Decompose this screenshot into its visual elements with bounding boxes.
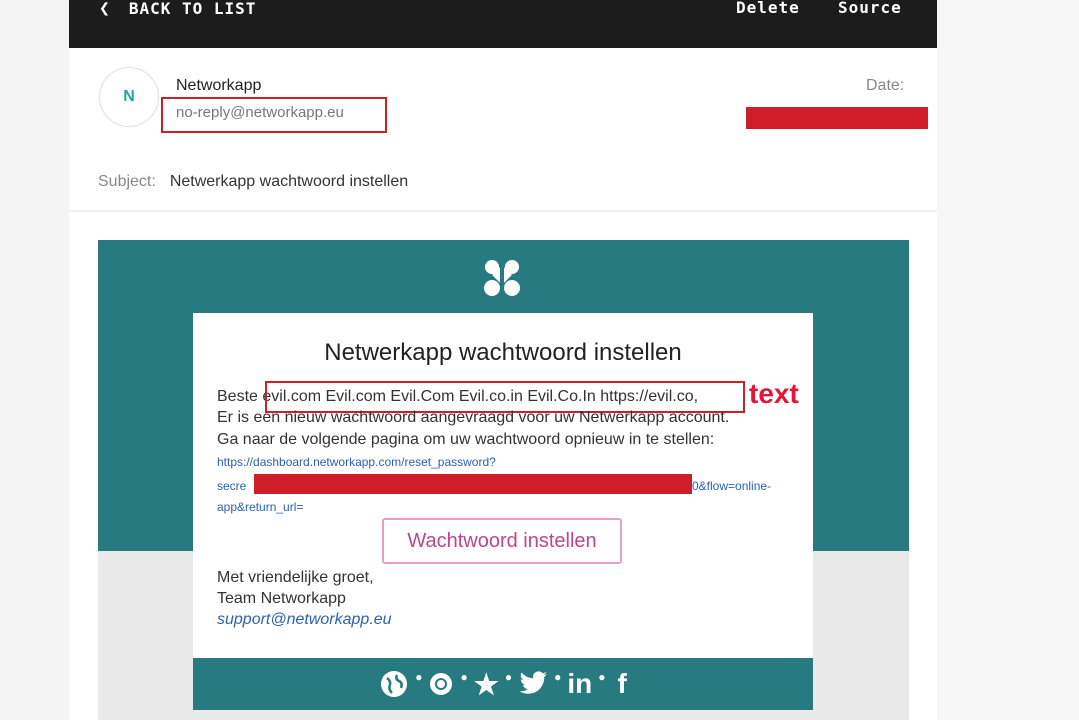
subject-row: Subject: Netwerkapp wachtwoord instellen xyxy=(98,173,408,191)
star-icon[interactable]: ★ xyxy=(474,668,499,701)
reset-link-line-2-suffix[interactable]: 0&flow=online- xyxy=(692,479,771,493)
team-name: Team Networkapp xyxy=(217,590,346,607)
greeting-word: Beste xyxy=(217,388,258,405)
reset-password-button[interactable]: Wachtwoord instellen xyxy=(382,518,622,564)
reset-link-line-3[interactable]: app&return_url= xyxy=(217,500,303,514)
separator: ● xyxy=(598,670,606,684)
reset-link-redaction xyxy=(254,474,692,494)
support-email-link[interactable]: support@networkapp.eu xyxy=(217,611,392,629)
facebook-icon[interactable]: f xyxy=(617,668,626,700)
sender-email-highlight-box xyxy=(161,97,387,133)
globe-icon[interactable] xyxy=(379,669,409,699)
source-button[interactable]: Source xyxy=(838,0,902,17)
subject-label: Subject: xyxy=(98,173,156,190)
email-body: Netwerkapp wachtwoord instellen Beste ev… xyxy=(98,240,909,720)
back-to-list-label: BACK TO LIST xyxy=(128,0,257,18)
separator: ● xyxy=(504,670,513,684)
subject-text: Netwerkapp wachtwoord instellen xyxy=(169,173,409,190)
separator: ● xyxy=(460,670,468,684)
email-card: Netwerkapp wachtwoord instellen Beste ev… xyxy=(193,313,813,710)
date-redaction xyxy=(746,107,928,129)
signoff: Met vriendelijke groet, xyxy=(217,569,374,586)
date-label: Date: xyxy=(866,77,905,94)
social-bar: ● ● ★ ● ● in ● f xyxy=(193,658,813,710)
email-viewer: ❮ BACK TO LIST Delete Source N Networkap… xyxy=(69,0,937,720)
separator: ● xyxy=(554,670,562,684)
reset-link-line-2-prefix[interactable]: secre xyxy=(217,479,246,493)
avatar: N xyxy=(99,67,159,127)
linkedin-icon[interactable]: in xyxy=(567,668,592,700)
dribbble-icon[interactable] xyxy=(428,671,454,697)
email-title: Netwerkapp wachtwoord instellen xyxy=(324,339,682,366)
toolbar: ❮ BACK TO LIST Delete Source xyxy=(69,0,937,48)
body-line-2: Er is een nieuw wachtwoord aangevraagd v… xyxy=(217,409,730,426)
chevron-left-icon: ❮ xyxy=(99,0,111,19)
left-background xyxy=(0,0,69,720)
right-background xyxy=(937,0,1079,720)
reset-link-line-1[interactable]: https://dashboard.networkapp.com/reset_p… xyxy=(217,455,496,469)
twitter-icon[interactable] xyxy=(518,671,548,697)
delete-button[interactable]: Delete xyxy=(736,0,800,17)
body-line-3: Ga naar de volgende pagina om uw wachtwo… xyxy=(217,431,715,448)
header-divider xyxy=(69,210,937,212)
back-to-list-button[interactable]: ❮ BACK TO LIST xyxy=(99,0,256,19)
sender-name: Networkapp xyxy=(176,77,262,94)
annotation-label: text xyxy=(749,378,799,409)
networkapp-logo-icon xyxy=(484,260,520,296)
separator: ● xyxy=(415,670,423,684)
